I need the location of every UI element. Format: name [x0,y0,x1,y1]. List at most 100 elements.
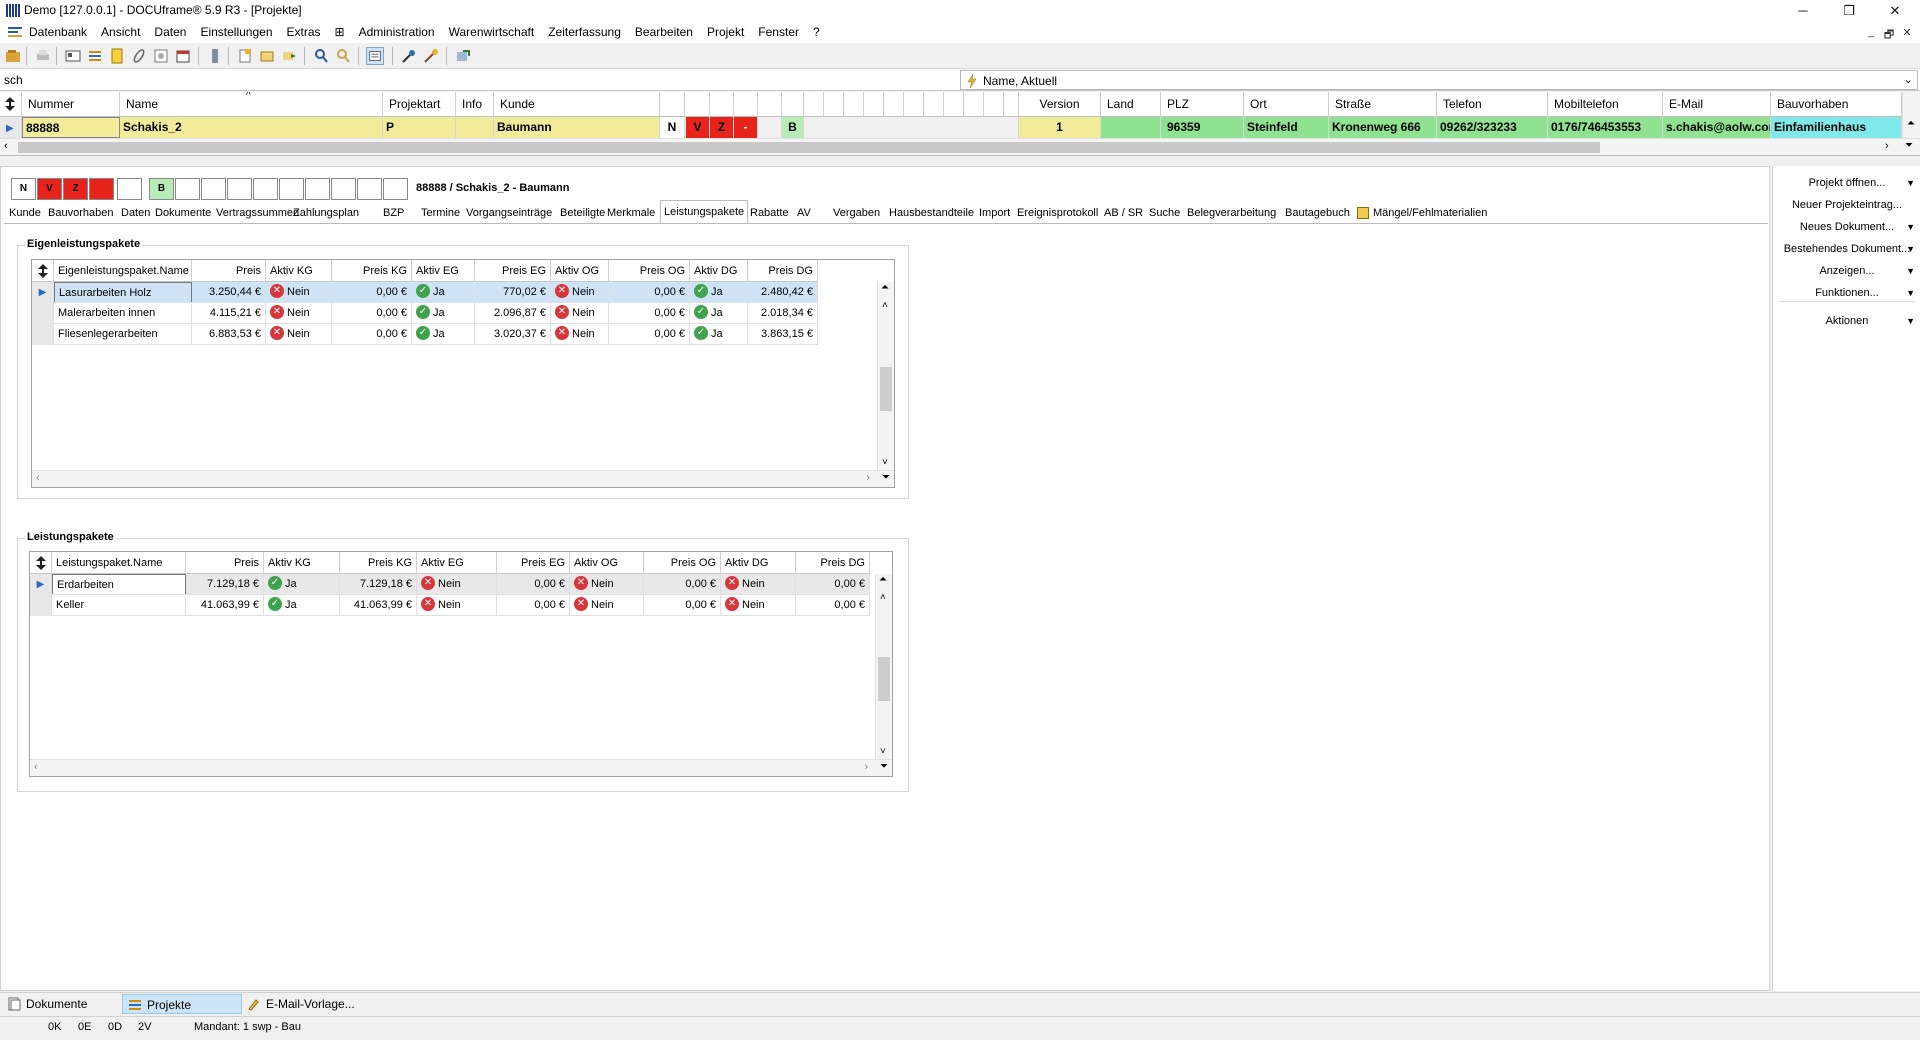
col-header-flag4[interactable] [734,92,758,117]
tab-2[interactable]: Daten [118,203,153,223]
grid-hscroll[interactable]: ‹ › ⏷ [0,138,1920,155]
eigen-cell-aog-2[interactable]: ✕ Nein [551,324,609,345]
leist-cell-name-0[interactable]: Erdarbeiten [52,574,186,595]
mdi-minimize-button[interactable]: _ [1862,26,1880,38]
scroll-up-icon[interactable]: ˄ [882,300,888,311]
leist-header-2[interactable]: Aktiv KG [264,552,340,574]
detail-flag-0[interactable]: N [11,178,36,200]
forward-icon[interactable] [280,47,298,65]
eigen-header-4[interactable]: Aktiv EG [412,260,475,282]
eigen-vscroll[interactable]: ⏶ ˄ ˅ [877,282,894,470]
mdi-close-button[interactable]: ✕ [1898,26,1916,39]
scroll-left-icon[interactable]: ‹ [34,761,38,773]
col-header-email[interactable]: E-Mail [1663,92,1771,117]
action-0[interactable]: Projekt öffnen... ▼ [1773,172,1920,194]
print-icon[interactable] [34,47,52,65]
eigen-cell-preis-2[interactable]: 6.883,53 € [192,324,266,345]
col-header-ort[interactable]: Ort [1244,92,1329,117]
vscroll-thumb[interactable] [878,657,890,701]
leist-header-6[interactable]: Aktiv OG [570,552,644,574]
menu-11[interactable]: Fenster [751,22,806,43]
leist-cell-aeg-1[interactable]: ✕ Nein [417,595,497,616]
detail-flag-10[interactable] [279,178,304,200]
wintab-dokumente[interactable]: Dokumente [2,994,120,1014]
scroll-down-icon[interactable]: ˅ [882,457,888,468]
tab-12[interactable]: Rabatte [747,203,792,223]
tab-21[interactable]: Bautagebuch [1282,203,1353,223]
cell-mobil[interactable]: 0176/746453553 [1548,117,1663,138]
cell-version[interactable]: 1 [1019,117,1101,138]
scroll-bottom-icon[interactable]: ⏷ [882,472,890,483]
new-doc-icon[interactable] [236,47,254,65]
detail-flag-12[interactable] [331,178,356,200]
eigen-cell-pdg-0[interactable]: 2.480,42 € [748,282,818,303]
scroll-left-icon[interactable]: ‹ [36,472,40,484]
card-icon[interactable] [64,47,82,65]
scroll-right-icon[interactable]: › [866,472,870,484]
eigen-cell-pdg-2[interactable]: 3.863,15 € [748,324,818,345]
cell-land[interactable] [1101,117,1161,138]
search-input[interactable] [2,71,957,89]
eigen-cell-adg-0[interactable]: ✓ Ja [690,282,748,303]
hscroll-thumb[interactable] [18,142,1600,153]
menu-4[interactable]: Extras [280,22,328,43]
search-icon[interactable] [312,47,330,65]
eigen-row-selector-0[interactable]: ▶ [32,282,54,303]
leist-cell-adg-0[interactable]: ✕ Nein [721,574,796,595]
cell-email[interactable]: s.chakis@aolw.com [1663,117,1771,138]
cell-plz[interactable]: 96359 [1161,117,1244,138]
leist-cell-aeg-0[interactable]: ✕ Nein [417,574,497,595]
eigen-header-2[interactable]: Aktiv KG [266,260,332,282]
action-1[interactable]: Neuer Projekteintrag... [1773,194,1920,216]
eigen-header-0[interactable]: Eigenleistungspaket.Name [54,260,192,282]
eigen-cell-pkg-1[interactable]: 0,00 € [332,303,412,324]
cell-info[interactable] [456,117,494,138]
eigen-cell-name-1[interactable]: Malerarbeiten innen [54,303,192,324]
mdi-menu-icon[interactable] [8,27,22,38]
eigen-cell-aog-1[interactable]: ✕ Nein [551,303,609,324]
eigen-header-9[interactable]: Preis DG [748,260,818,282]
col-header-flag2[interactable] [685,92,710,117]
scroll-top-icon[interactable]: ⏶ [1907,118,1915,129]
leist-cell-name-1[interactable]: Keller [52,595,186,616]
tools-icon[interactable] [400,47,418,65]
col-header-flag1[interactable] [660,92,685,117]
leist-row-selector-0[interactable]: ▶ [30,574,52,595]
leist-cell-peg-0[interactable]: 0,00 € [497,574,570,595]
leist-cell-akg-1[interactable]: ✓ Ja [264,595,340,616]
leist-cell-preis-0[interactable]: 7.129,18 € [186,574,264,595]
tab-19[interactable]: Suche [1146,203,1183,223]
eigen-cell-name-0[interactable]: Lasurarbeiten Holz [54,282,192,303]
col-header-nummer[interactable]: Nummer [22,92,120,117]
menu-0[interactable]: Datenbank [22,22,94,43]
detail-flag-11[interactable] [305,178,330,200]
tab-8[interactable]: Vorgangseinträge [463,203,555,223]
gallery-icon[interactable] [152,47,170,65]
row-selector[interactable]: ▶ [0,117,22,138]
col-header-flag3[interactable] [710,92,734,117]
leist-header-0[interactable]: Leistungspaket.Name [52,552,186,574]
eigen-header-3[interactable]: Preis KG [332,260,412,282]
cell-flag-z[interactable]: Z [710,117,734,138]
wintab-projekte[interactable]: Projekte [122,994,242,1014]
scroll-left-icon[interactable]: ‹ [4,140,8,152]
phone-icon[interactable] [206,47,224,65]
tab-17[interactable]: Ereignisprotokoll [1014,203,1101,223]
col-header-mobil[interactable]: Mobiltelefon [1548,92,1663,117]
leist-cell-pdg-1[interactable]: 0,00 € [796,595,870,616]
scroll-right-icon[interactable]: › [1885,140,1889,152]
col-header-flag6[interactable] [782,92,804,117]
col-header-flag9[interactable] [844,92,864,117]
leist-header-5[interactable]: Preis EG [497,552,570,574]
col-header-flag8[interactable] [824,92,844,117]
col-header-bauvorhaben[interactable]: Bauvorhaben [1771,92,1902,117]
eigen-header-5[interactable]: Preis EG [475,260,551,282]
menu-5[interactable]: ⊞ [328,22,352,43]
detail-flag-1[interactable]: V [37,178,62,200]
cell-flag-n[interactable]: N [660,117,685,138]
list-icon[interactable] [86,47,104,65]
col-header-flag7[interactable] [804,92,824,117]
tab-9[interactable]: Beteiligte [557,203,608,223]
eigen-cell-pdg-1[interactable]: 2.018,34 € [748,303,818,324]
wintab-email-vorlage[interactable]: E-Mail-Vorlage... [242,994,382,1014]
